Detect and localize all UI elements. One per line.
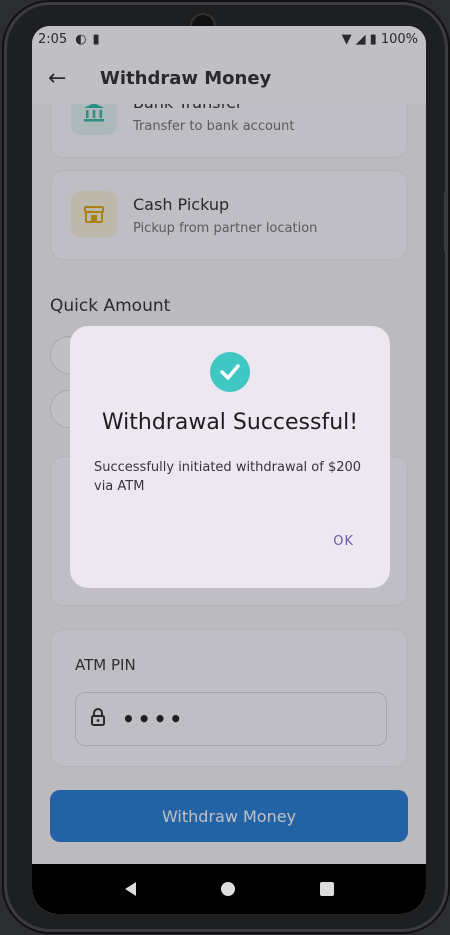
ok-button[interactable]: OK bbox=[333, 534, 354, 549]
volume-button bbox=[444, 192, 448, 252]
system-nav-bar bbox=[32, 864, 426, 914]
nav-home-icon[interactable] bbox=[220, 882, 235, 896]
dialog-title: Withdrawal Successful! bbox=[101, 410, 359, 435]
dialog-message: Successfully initiated withdrawal of $20… bbox=[94, 460, 362, 494]
screen: 2:05 ◐ ▮ ▼ ◢ ▮ 100% ← Withdraw Money Tra… bbox=[32, 26, 426, 914]
nav-recents-icon[interactable] bbox=[319, 882, 334, 896]
nav-back-icon[interactable] bbox=[124, 882, 136, 896]
success-dialog: Withdrawal Successful! Successfully init… bbox=[70, 326, 390, 588]
check-circle-icon bbox=[210, 352, 250, 392]
phone-frame: 2:05 ◐ ▮ ▼ ◢ ▮ 100% ← Withdraw Money Tra… bbox=[4, 2, 448, 932]
